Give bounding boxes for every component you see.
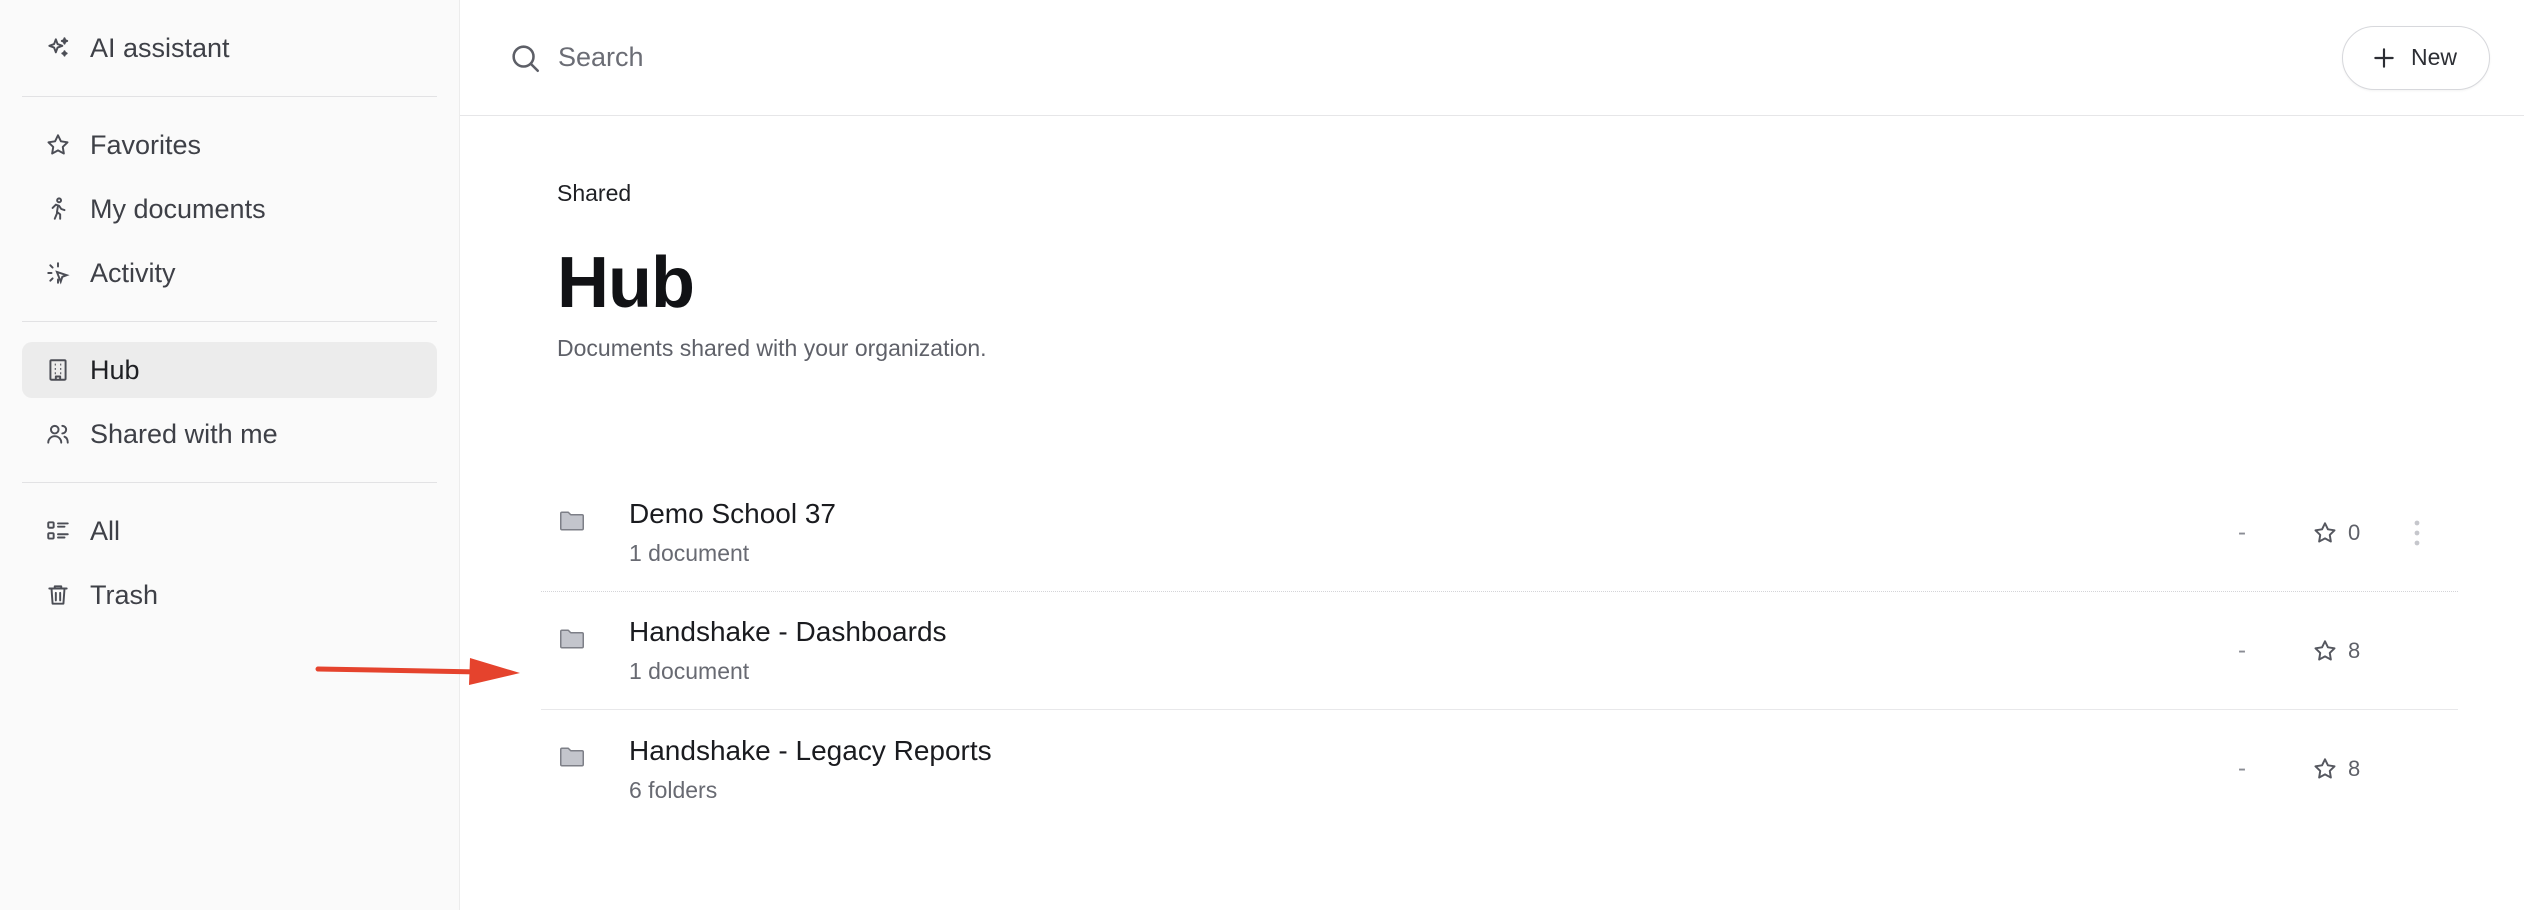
sidebar-group-primary: Favorites My documents Activity xyxy=(22,117,437,301)
favorite-toggle[interactable]: 8 xyxy=(2312,756,2402,782)
list-item-title[interactable]: Handshake - Dashboards xyxy=(629,616,2212,648)
annotation-arrow-icon xyxy=(315,658,520,685)
sidebar-item-label: AI assistant xyxy=(90,32,230,63)
users-icon xyxy=(44,420,72,448)
star-icon xyxy=(2314,758,2336,779)
folder-icon xyxy=(557,742,589,774)
building-icon xyxy=(44,356,72,384)
more-options-button[interactable] xyxy=(2402,518,2432,548)
favorite-count: 0 xyxy=(2348,519,2361,545)
list-item[interactable]: Demo School 37 1 document - 0 xyxy=(541,474,2458,592)
sidebar-item-label: Trash xyxy=(90,579,159,610)
sidebar-item-ai-assistant[interactable]: AI assistant xyxy=(22,20,437,76)
list-item-title[interactable]: Demo School 37 xyxy=(629,498,2212,530)
activity-icon xyxy=(44,259,72,287)
sidebar-item-hub[interactable]: Hub xyxy=(22,342,437,398)
sidebar-divider xyxy=(22,96,437,97)
list-item-meta: 1 document xyxy=(629,658,750,684)
new-button-label: New xyxy=(2410,44,2457,70)
folder-icon xyxy=(557,624,589,656)
sidebar-item-label: Activity xyxy=(90,257,176,288)
walking-person-icon xyxy=(44,195,72,223)
sidebar-item-trash[interactable]: Trash xyxy=(22,567,437,623)
search-bar xyxy=(508,41,2342,75)
more-vertical-icon xyxy=(2414,520,2420,545)
list-icon xyxy=(44,517,72,545)
list-item[interactable]: Handshake - Dashboards 1 document - 8 xyxy=(541,592,2458,710)
star-icon xyxy=(2314,521,2336,543)
star-icon xyxy=(44,131,72,159)
list-item-updated: - xyxy=(2238,636,2246,664)
sparkles-icon xyxy=(44,34,72,62)
folder-icon xyxy=(557,506,589,538)
sidebar-item-activity[interactable]: Activity xyxy=(22,245,437,301)
new-button[interactable]: New xyxy=(2341,25,2490,90)
list-item-updated: - xyxy=(2238,518,2246,546)
plus-icon xyxy=(2374,47,2394,68)
trash-icon xyxy=(44,581,72,609)
main-content: New Shared Hub Documents shared with you… xyxy=(460,0,2524,910)
sidebar-divider xyxy=(22,321,437,322)
sidebar-group-other: All Trash xyxy=(22,503,437,623)
collection-list: Demo School 37 1 document - 0 Handshake … xyxy=(541,474,2458,828)
page-subtitle: Documents shared with your organization. xyxy=(557,335,987,361)
page-content: Shared Hub Documents shared with your or… xyxy=(460,180,2524,828)
favorite-toggle[interactable]: 8 xyxy=(2312,638,2402,664)
top-bar: New xyxy=(460,0,2524,116)
sidebar-item-label: Shared with me xyxy=(90,418,278,449)
favorite-count: 8 xyxy=(2348,756,2361,781)
list-item-text: Handshake - Legacy Reports 6 folders xyxy=(629,735,2212,804)
list-item-text: Handshake - Dashboards 1 document xyxy=(629,616,2212,685)
sidebar: AI assistant Favorites My documents Acti… xyxy=(0,0,460,910)
sidebar-item-label: All xyxy=(90,515,121,546)
sidebar-divider xyxy=(22,482,437,483)
list-item-title[interactable]: Handshake - Legacy Reports xyxy=(629,735,2212,767)
sidebar-item-my-documents[interactable]: My documents xyxy=(22,181,437,237)
star-icon xyxy=(2314,639,2336,661)
favorite-count: 8 xyxy=(2348,637,2361,663)
list-item[interactable]: Handshake - Legacy Reports 6 folders - 8 xyxy=(541,710,2458,828)
sidebar-item-label: My documents xyxy=(90,193,266,224)
sidebar-item-favorites[interactable]: Favorites xyxy=(22,117,437,173)
app: AI assistant Favorites My documents Acti… xyxy=(0,0,2524,910)
sidebar-group-shared: Hub Shared with me xyxy=(22,342,437,462)
page-title: Hub xyxy=(557,243,695,323)
sidebar-item-shared-with-me[interactable]: Shared with me xyxy=(22,406,437,462)
sidebar-item-all[interactable]: All xyxy=(22,503,437,559)
search-icon xyxy=(508,41,542,75)
sidebar-item-label: Favorites xyxy=(90,129,202,160)
list-item-text: Demo School 37 1 document xyxy=(629,498,2212,567)
search-input[interactable] xyxy=(558,42,1158,73)
list-item-meta: 1 document xyxy=(629,540,750,566)
sidebar-item-label: Hub xyxy=(90,354,140,385)
favorite-toggle[interactable]: 0 xyxy=(2312,520,2402,546)
list-item-updated: - xyxy=(2238,755,2246,782)
breadcrumb[interactable]: Shared xyxy=(557,180,2458,207)
list-item-meta: 6 folders xyxy=(629,776,718,803)
